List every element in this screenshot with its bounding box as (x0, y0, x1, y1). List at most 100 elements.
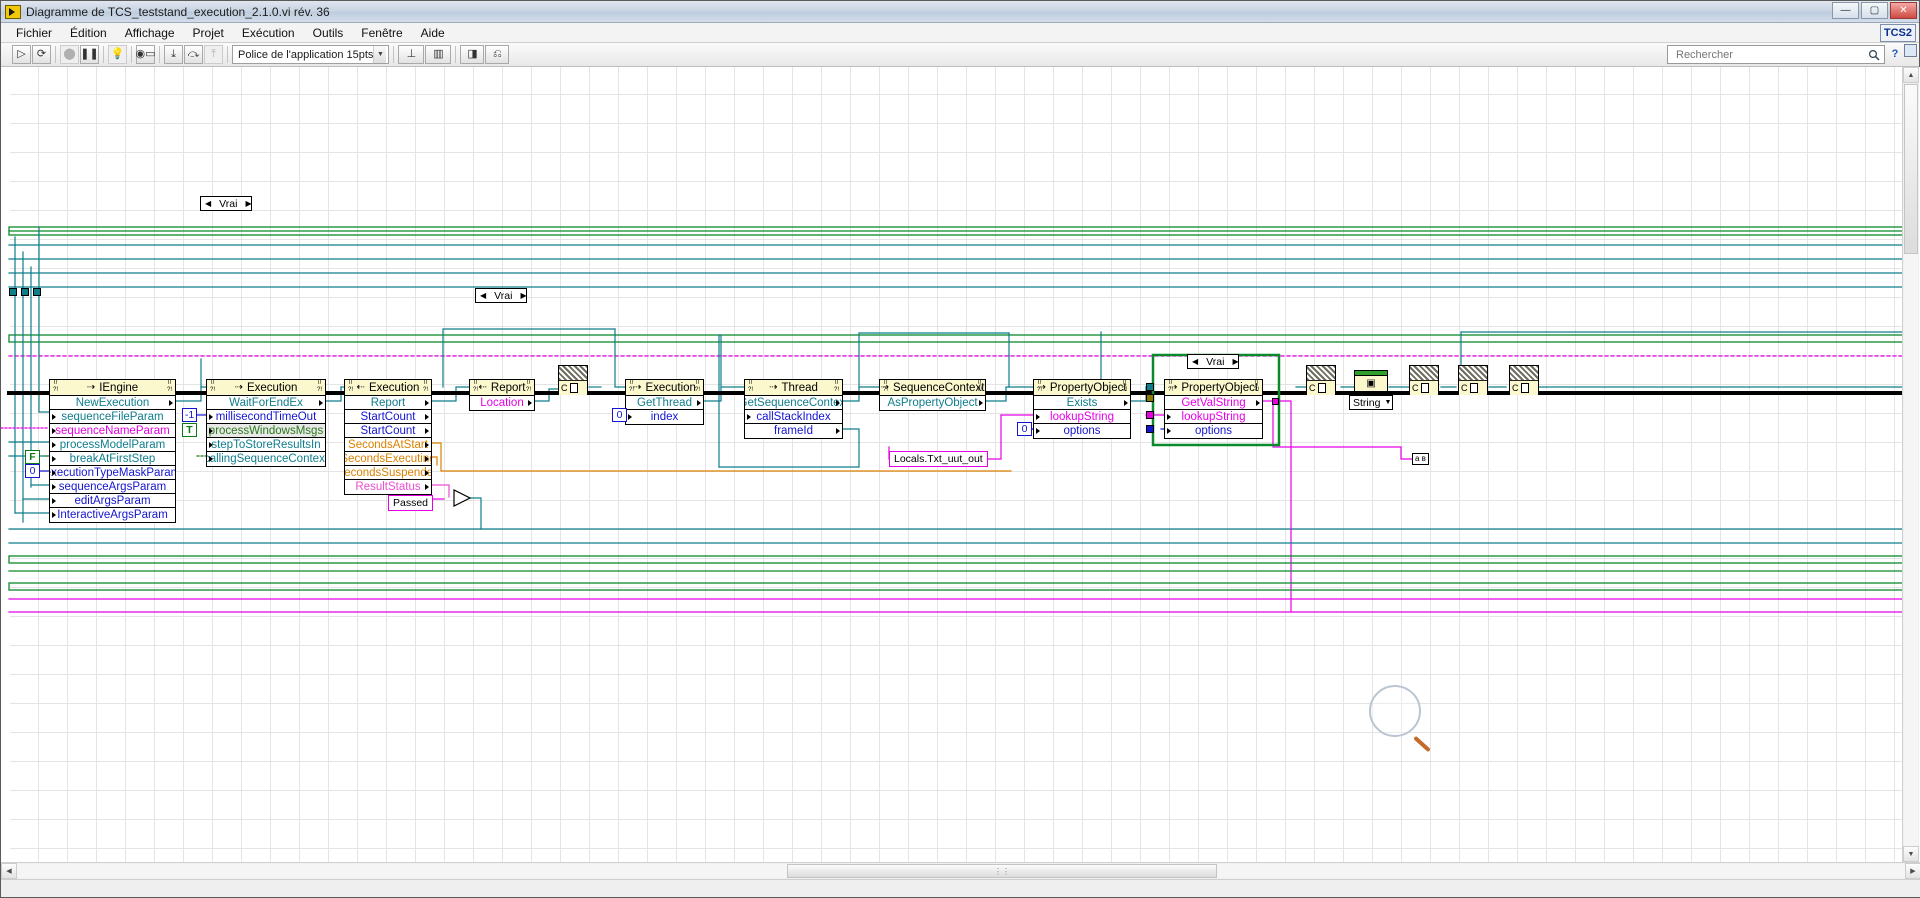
vertical-scrollbar[interactable]: ▲ ▼ (1902, 67, 1919, 863)
output-terminal[interactable] (697, 400, 701, 406)
menu-fenetre[interactable]: Fenêtre (352, 24, 411, 42)
node-iengine-row-0[interactable]: NewExecution (50, 396, 175, 410)
node-iengine-row-5[interactable]: executionTypeMaskParam (50, 466, 175, 480)
case-next-arrow-right[interactable]: ▶ (1230, 357, 1240, 366)
node-iengine-row-7[interactable]: editArgsParam (50, 494, 175, 508)
input-terminal[interactable] (209, 456, 213, 462)
labview-corner-icon[interactable] (1904, 44, 1917, 57)
tunnel-marker-5[interactable] (1272, 398, 1279, 405)
input-terminal[interactable] (628, 414, 632, 420)
node-getvalstring-row-1[interactable]: lookupString (1165, 410, 1262, 424)
node-execution-report-row-1[interactable]: StartCount (345, 410, 431, 424)
menu-affichage[interactable]: Affichage (116, 24, 184, 42)
minimize-button[interactable]: — (1832, 2, 1859, 19)
node-getvalstring-row-2[interactable]: options (1165, 424, 1262, 438)
case-prev-arrow-top[interactable]: ◀ (203, 199, 213, 208)
scroll-right-button[interactable]: ▶ (1905, 863, 1920, 879)
camera-subvi-node[interactable]: ▣ (1354, 370, 1388, 392)
equal-comparison-node[interactable] (453, 489, 473, 507)
string-type-selector[interactable]: String ▼ (1349, 395, 1393, 410)
font-selector[interactable]: Police de l'application 15pts ▼ (232, 45, 390, 64)
node-execution-report-row-0[interactable]: Report (345, 396, 431, 410)
step-over-button[interactable]: ⤼ (184, 45, 203, 64)
constant-false-breakatfirststep[interactable]: F (25, 450, 40, 464)
node-propexists-row-2[interactable]: options (1034, 424, 1130, 438)
horizontal-scroll-track-left[interactable] (17, 864, 787, 878)
input-terminal[interactable] (52, 428, 56, 434)
bus-terminal-1[interactable] (9, 288, 17, 296)
node-sequencecontext-aspropertyobject[interactable]: ⌷?! ⇢ SequenceContext ⌷?! AsPropertyObje… (879, 379, 986, 411)
constant-zero-thread-index[interactable]: 0 (612, 408, 627, 422)
output-terminal[interactable] (836, 400, 840, 406)
node-iengine-row-1[interactable]: sequenceFileParam (50, 410, 175, 424)
node-iengine-row-4[interactable]: breakAtFirstStep (50, 452, 175, 466)
help-button[interactable]: ? (1887, 45, 1903, 63)
node-thread-getsequencecontext[interactable]: ⌷?! ⇢ Thread ⌷?! GetSequenceContext call… (744, 379, 843, 439)
close-button[interactable]: ✕ (1890, 2, 1917, 19)
search-icon[interactable] (1868, 49, 1880, 61)
search-input[interactable] (1674, 47, 1854, 62)
node-thread-row-2[interactable]: frameId (745, 424, 842, 438)
step-out-button[interactable]: ⤒ (204, 45, 223, 64)
input-terminal[interactable] (209, 442, 213, 448)
node-execution-wait-row-4[interactable]: callingSequenceContext (207, 452, 325, 466)
node-getthread-row-1[interactable]: index (626, 410, 703, 424)
node-execution-wait-row-2[interactable]: processWindowsMsgs (207, 424, 325, 438)
node-thread-row-1[interactable]: callStackIndex (745, 410, 842, 424)
output-terminal[interactable] (425, 484, 429, 490)
bus-terminal-2[interactable] (21, 288, 29, 296)
case-selector-mid[interactable]: ◀ Vrai ▶ (475, 288, 527, 303)
node-execution-wait-row-3[interactable]: stepToStoreResultsIn (207, 438, 325, 452)
node-report-location-row-0[interactable]: Location (470, 396, 534, 410)
abort-button[interactable]: ⬤ (60, 45, 79, 64)
horizontal-scroll-thumb[interactable]: ⋮⋮ (787, 864, 1217, 878)
input-terminal[interactable] (52, 484, 56, 490)
menu-aide[interactable]: Aide (412, 24, 454, 42)
node-getvalstring-row-0[interactable]: GetValString (1165, 396, 1262, 410)
node-execution-getthread[interactable]: ⌷?! ⇢ Execution ⌷?! GetThread index (625, 379, 704, 425)
input-terminal[interactable] (1167, 414, 1171, 420)
output-terminal[interactable] (425, 442, 429, 448)
case-next-arrow-mid[interactable]: ▶ (518, 291, 528, 300)
case-next-arrow-top[interactable]: ▶ (243, 199, 253, 208)
menu-execution[interactable]: Exécution (233, 24, 304, 42)
run-button[interactable]: ▷ (12, 45, 31, 64)
case-prev-arrow-right[interactable]: ◀ (1190, 357, 1200, 366)
chevron-down-icon-string[interactable]: ▼ (1384, 399, 1391, 406)
node-iengine-row-3[interactable]: processModelParam (50, 438, 175, 452)
output-terminal[interactable] (979, 400, 983, 406)
block-diagram-canvas[interactable]: ◀ Vrai ▶ ◀ Vrai ▶ ◀ Vrai ▶ ⌷?! ⇢ IEngine (1, 67, 1920, 880)
output-terminal[interactable] (319, 400, 323, 406)
node-iengine-row-8[interactable]: InteractiveArgsParam (50, 508, 175, 522)
output-terminal[interactable] (169, 400, 173, 406)
output-terminal[interactable] (1256, 400, 1260, 406)
scroll-down-button[interactable]: ▼ (1903, 846, 1919, 862)
string-indicator-abc-icon[interactable]: a ʙ (1412, 453, 1429, 465)
node-iengine-row-2[interactable]: sequenceNameParam (50, 424, 175, 438)
node-iengine-row-6[interactable]: sequenceArgsParam (50, 480, 175, 494)
node-iengine[interactable]: ⌷?! ⇢ IEngine ⌷?! NewExecution sequenceF… (49, 379, 176, 523)
menu-fichier[interactable]: Fichier (7, 24, 61, 42)
node-execution-report-row-4[interactable]: SecondsExecuting (345, 452, 431, 466)
case-selector-right[interactable]: ◀ Vrai ▶ (1187, 354, 1239, 369)
node-execution-waitforendex[interactable]: ⌷?! ⇢ Execution ⌷?! WaitForEndEx millise… (206, 379, 326, 467)
bus-terminal-3[interactable] (33, 288, 41, 296)
output-terminal[interactable] (425, 470, 429, 476)
node-propexists-row-1[interactable]: lookupString (1034, 410, 1130, 424)
tunnel-marker-3[interactable] (1146, 411, 1154, 419)
input-terminal[interactable] (52, 414, 56, 420)
node-execution-report-row-2[interactable]: StartCount (345, 424, 431, 438)
tunnel-marker-2[interactable] (1146, 394, 1154, 402)
input-terminal[interactable] (1036, 414, 1040, 420)
highlight-execution-button[interactable]: 💡 (108, 45, 127, 64)
input-terminal[interactable] (747, 414, 751, 420)
clean-up-diagram-button[interactable]: ⎌ (485, 45, 510, 64)
maximize-button[interactable]: ▢ (1861, 2, 1888, 19)
input-terminal[interactable] (52, 470, 56, 476)
horizontal-scrollbar[interactable]: ◀ ⋮⋮ ▶ (1, 862, 1920, 879)
retain-wire-values-button[interactable]: ◉▭ (136, 45, 156, 64)
node-seqctx-row-0[interactable]: AsPropertyObject (880, 396, 985, 410)
node-execution-report-row-3[interactable]: SecondsAtStart (345, 438, 431, 452)
constant-zero-executiontypemask[interactable]: 0 (25, 464, 40, 478)
output-terminal[interactable] (425, 414, 429, 420)
